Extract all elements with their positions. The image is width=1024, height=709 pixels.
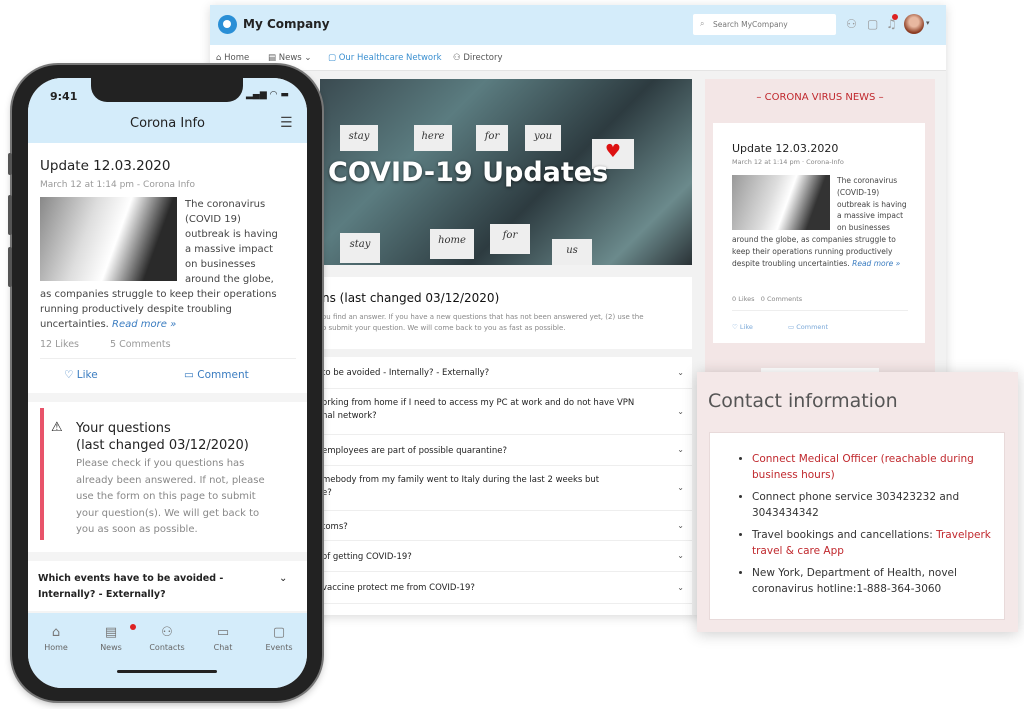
questions-title: Your questions (last changed 03/12/2020) [76,421,249,453]
sign: stay [340,125,378,151]
nav-directory[interactable]: ⚇ Directory [453,53,503,63]
company-name[interactable]: My Company [243,17,330,31]
post-meta: March 12 at 1:14 pm · Corona-Info [732,158,844,166]
comments-count: 5 Comments [110,339,171,350]
contacts-icon[interactable]: ⚇ [846,17,857,31]
chat-icon[interactable]: ▢ [867,17,878,31]
bottom-tab-bar: ⌂ Home ▤ News ⚇ Contacts ▭ Chat ▢ Events [28,613,307,688]
chevron-down-icon: ⌄ [677,406,684,416]
faq-item[interactable]: mebody from my family went to Italy duri… [320,466,692,511]
post-meta: March 12 at 1:14 pm - Corona Info [40,180,195,190]
news-badge [130,624,136,630]
avatar[interactable] [904,14,924,34]
contacts-icon: ⚇ [161,625,173,640]
chevron-down-icon: ⌄ [677,367,684,377]
post-body: The coronavirus (COVID-19) outbreak is h… [732,176,907,268]
sign: for [490,224,530,254]
tab-contacts[interactable]: ⚇ Contacts [139,625,195,652]
faq-item[interactable]: toms? ⌄ [320,511,692,541]
comment-button[interactable]: ▭ Comment [788,323,828,331]
handwashing-image [40,197,177,281]
faq-intro-title: ns (last changed 03/12/2020) [322,291,500,305]
chevron-down-icon: ⌄ [677,551,684,560]
read-more-link[interactable]: Read more » [112,319,176,330]
like-button[interactable]: ♡ Like [732,323,753,331]
hero-title: COVID-19 Updates [328,157,609,188]
read-more-link[interactable]: Read more » [852,259,900,268]
chevron-down-icon[interactable]: ▾ [926,19,930,27]
sign: us [552,239,592,265]
post-title[interactable]: Update 12.03.2020 [732,142,838,155]
status-time: 9:41 [50,90,78,103]
faq-intro-text: ou find an answer. If you have a new que… [322,313,644,332]
faq-list: to be avoided - Internally? - Externally… [320,357,692,615]
contact-item: Connect Medical Officer (reachable durin… [752,451,1002,483]
company-logo[interactable] [218,15,237,34]
top-bar: My Company ⌕ Search MyCompany ⚇ ▢ ♫ ▾ [210,5,946,45]
accent-bar [40,408,44,540]
chevron-down-icon: ⌄ [677,520,684,530]
phone-news-card: Update 12.03.2020 March 12 at 1:14 pm - … [28,143,307,393]
tab-home[interactable]: ⌂ Home [28,625,84,652]
faq-item[interactable]: employees are part of possible quarantin… [320,435,692,466]
sign: here [414,125,452,151]
contact-item: New York, Department of Health, novel co… [752,565,1002,597]
news-card: Update 12.03.2020 March 12 at 1:14 pm · … [713,123,925,343]
likes-count: 12 Likes [40,339,79,350]
post-counts: 0 Likes 0 Comments [732,295,803,303]
sign: stay [340,233,380,263]
sidebar-title: – CORONA VIRUS NEWS – [756,92,884,103]
tab-events[interactable]: ▢ Events [251,625,307,652]
search-input[interactable]: ⌕ Search MyCompany [693,14,836,35]
phone-notch [91,78,243,102]
phone-screen: 9:41 ▂▄▆ ◠ ▬ Corona Info ☰ Update 12.03.… [28,78,307,688]
faq-intro-card: ns (last changed 03/12/2020) ou find an … [320,277,692,349]
chat-icon: ▭ [216,625,230,640]
comment-button[interactable]: ▭ Comment [184,369,249,381]
search-placeholder: Search MyCompany [713,20,788,29]
signal-wifi-battery-icon: ▂▄▆ ◠ ▬ [246,90,289,100]
like-button[interactable]: ♡ Like [64,369,98,381]
contact-title: Contact information [708,390,898,412]
faq-item[interactable]: orking from home if I need to access my … [320,389,692,435]
post-title[interactable]: Update 12.03.2020 [40,158,170,174]
divider [732,310,908,311]
divider [40,358,296,359]
post-body: The coronavirus (COVID 19) outbreak is h… [40,197,278,330]
notification-badge [892,14,898,20]
warning-icon: ⚠ [51,420,63,435]
faq-item[interactable]: of getting COVID-19? ⌄ [320,541,692,572]
chevron-down-icon: ⌄ [677,483,684,492]
faq-item[interactable]: to be avoided - Internally? - Externally… [320,357,692,389]
sign: for [476,125,508,151]
questions-text: Please check if you questions has alread… [76,458,265,535]
sign: you [525,125,561,151]
search-icon: ⌕ [700,19,705,28]
chevron-down-icon: ⌄ [677,445,684,454]
main-nav: ⌂ Home ▤ News ⌄ ▢ Our Healthcare Network… [210,45,946,71]
contact-item: Travel bookings and cancellations: Trave… [752,527,1002,559]
faq-question: Which events have to be avoided - Intern… [38,573,224,600]
contact-item: Connect phone service 303423232 and 3043… [752,489,1002,521]
phone-mockup: 9:41 ▂▄▆ ◠ ▬ Corona Info ☰ Update 12.03.… [8,65,322,701]
hamburger-menu-icon[interactable]: ☰ [280,115,293,131]
faq-item[interactable]: vaccine protect me from COVID-19? ⌄ [320,572,692,604]
phone-title: Corona Info [130,116,205,131]
hero-banner: stay here for you ♥ stay home for us COV… [320,79,692,265]
chevron-down-icon: ⌄ [279,573,288,584]
nav-news[interactable]: ▤ News ⌄ [268,53,312,63]
chevron-down-icon: ⌄ [677,582,684,592]
contact-information-panel: Contact information Connect Medical Offi… [697,372,1018,632]
tab-chat[interactable]: ▭ Chat [195,625,251,652]
home-icon: ⌂ [51,625,61,640]
medical-officer-link[interactable]: Connect Medical Officer (reachable durin… [752,453,974,481]
nav-healthcare-network[interactable]: ▢ Our Healthcare Network [328,53,442,63]
questions-notice: ⚠ Your questions (last changed 03/12/202… [28,402,307,552]
sign: home [430,229,474,259]
faq-item[interactable]: Which events have to be avoided - Intern… [28,561,307,611]
nav-home[interactable]: ⌂ Home [216,53,249,63]
folder-icon: ▢ [272,625,286,640]
contact-box: Connect Medical Officer (reachable durin… [709,432,1005,620]
home-indicator[interactable] [117,670,217,673]
